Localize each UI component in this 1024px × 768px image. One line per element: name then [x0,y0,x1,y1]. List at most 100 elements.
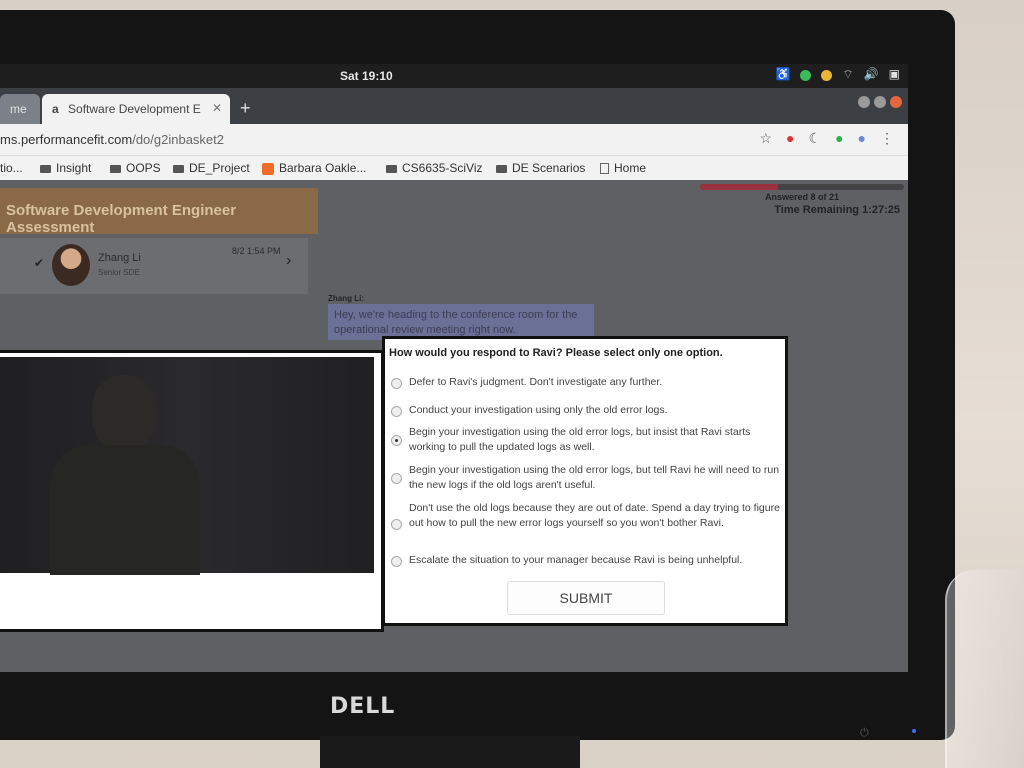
video-person-silhouette [50,375,200,575]
chat-sender: Zhang Li: [328,294,364,303]
window-controls [858,96,902,108]
bookmarks-bar: tio... Insight OOPS DE_Project Barbara O… [0,156,908,180]
blogger-icon [262,162,274,175]
network-icon[interactable]: ⌔ [842,67,853,82]
tab-inactive[interactable]: me [0,94,40,124]
option-label: Begin your investigation using the old e… [409,426,751,453]
radio-button[interactable] [391,473,402,484]
drinking-glass [945,570,1024,768]
submit-button[interactable]: SUBMIT [507,581,665,615]
bookmark-item[interactable]: OOPS [110,161,161,175]
chevron-right-icon[interactable]: › [286,252,291,270]
dark-mode-icon[interactable]: ☾ [809,130,822,147]
close-window-icon[interactable] [890,96,902,108]
folder-icon [173,164,184,173]
assessment-page: Software Development Engineer Assessment… [0,180,908,672]
bookmark-item[interactable]: DE Scenarios [496,161,585,175]
os-top-bar: Sat 19:10 ♿ ⌔ 🔊 ▣ [0,64,908,88]
answer-option[interactable]: Begin your investigation using the old e… [389,463,781,495]
tab-active[interactable]: a Software Development E ✕ [42,94,230,124]
question-panel: How would you respond to Ravi? Please se… [382,336,788,626]
option-label: Begin your investigation using the old e… [409,464,780,491]
bookmark-item[interactable]: CS6635-SciViz [386,161,482,175]
system-tray: ♿ ⌔ 🔊 ▣ [775,67,900,82]
answer-option[interactable]: Escalate the situation to your manager b… [389,553,781,569]
dell-logo: DELL [330,694,396,719]
check-icon: ✔ [34,256,45,270]
folder-icon [110,164,121,173]
new-tab-icon[interactable]: + [240,98,251,119]
bookmark-label: Home [614,161,647,175]
maximize-icon[interactable] [874,96,886,108]
radio-button[interactable] [391,519,402,530]
status-dot-icon[interactable] [800,70,812,81]
video-panel [0,350,384,632]
radio-button[interactable] [391,556,402,567]
option-label: Don't use the old logs because they are … [409,502,780,529]
folder-icon [496,164,507,173]
address-bar[interactable]: ms.performancefit.com/do/g2inbasket2 [0,132,224,147]
video-player[interactable] [0,357,374,575]
chrome-icon[interactable] [821,70,833,81]
folder-icon [386,164,397,173]
os-clock[interactable]: Sat 19:10 [340,69,393,83]
message-date: 8/2 1:54 PM [232,246,281,256]
question-prompt: How would you respond to Ravi? Please se… [389,347,723,359]
bookmark-item[interactable]: Barbara Oakle... [262,161,366,175]
url-domain: ms.performancefit.com [0,132,133,147]
answer-option[interactable]: Begin your investigation using the old e… [389,425,781,457]
monitor-bezel: Sat 19:10 ♿ ⌔ 🔊 ▣ me a Software Developm… [0,10,955,740]
assessment-title: Software Development Engineer Assessment [0,188,318,236]
time-remaining: Time Remaining 1:27:25 [774,204,900,216]
answer-option[interactable]: Don't use the old logs because they are … [389,501,781,547]
monitor-stand [320,736,580,768]
tab-label: me [10,102,27,116]
bookmark-item[interactable]: tio... [0,161,23,175]
progress-section: Answered 8 of 21 [700,184,904,202]
menu-kebab-icon[interactable]: ⋮ [880,130,894,147]
chat-message: Hey, we're heading to the conference roo… [328,304,594,340]
bookmark-label: OOPS [126,161,161,175]
radio-button[interactable] [391,378,402,389]
progress-bar [700,184,904,190]
answer-option[interactable]: Conduct your investigation using only th… [389,403,781,419]
bookmark-label: tio... [0,161,23,175]
bookmark-item[interactable]: Insight [40,161,91,175]
close-tab-icon[interactable]: ✕ [212,101,222,115]
bookmark-item[interactable]: Home [600,161,646,175]
radio-button-selected[interactable] [391,435,402,446]
inbox-item[interactable]: ✔ Zhang Li Senior SDE 8/2 1:54 PM › [0,238,308,294]
bookmark-star-icon[interactable]: ☆ [759,130,772,147]
url-path: /do/g2inbasket2 [132,132,224,147]
profile-avatar-icon[interactable]: ● [858,130,866,147]
power-led [912,729,916,733]
avatar [52,244,90,286]
option-label: Conduct your investigation using only th… [409,404,668,416]
bookmark-label: Insight [56,161,92,175]
person-body [50,445,200,575]
toolbar-icons: ☆ ● ☾ ● ● ⋮ [759,130,894,147]
folder-icon [40,164,51,173]
extension-red-icon[interactable]: ● [786,130,794,147]
sender-role: Senior SDE [98,268,140,277]
accessibility-icon[interactable]: ♿ [775,67,790,82]
bookmark-label: DE_Project [189,161,250,175]
sender-name: Zhang Li [98,252,141,264]
option-label: Defer to Ravi's judgment. Don't investig… [409,376,663,388]
browser-toolbar: ms.performancefit.com/do/g2inbasket2 ☆ ●… [0,124,908,156]
progress-fill [700,184,778,190]
answer-option[interactable]: Defer to Ravi's judgment. Don't investig… [389,375,781,391]
minimize-icon[interactable] [858,96,870,108]
power-icon[interactable]: ⏻ [860,727,869,740]
radio-button[interactable] [391,406,402,417]
bookmark-item[interactable]: DE_Project [173,161,250,175]
volume-icon[interactable]: 🔊 [864,67,879,82]
page-icon [600,163,609,175]
bookmark-label: CS6635-SciViz [402,161,483,175]
extension-green-icon[interactable]: ● [835,130,843,147]
person-head [92,375,156,451]
bookmark-label: DE Scenarios [512,161,586,175]
battery-icon[interactable]: ▣ [889,67,900,82]
bookmark-label: Barbara Oakle... [279,161,367,175]
answered-count: Answered 8 of 21 [764,192,840,202]
